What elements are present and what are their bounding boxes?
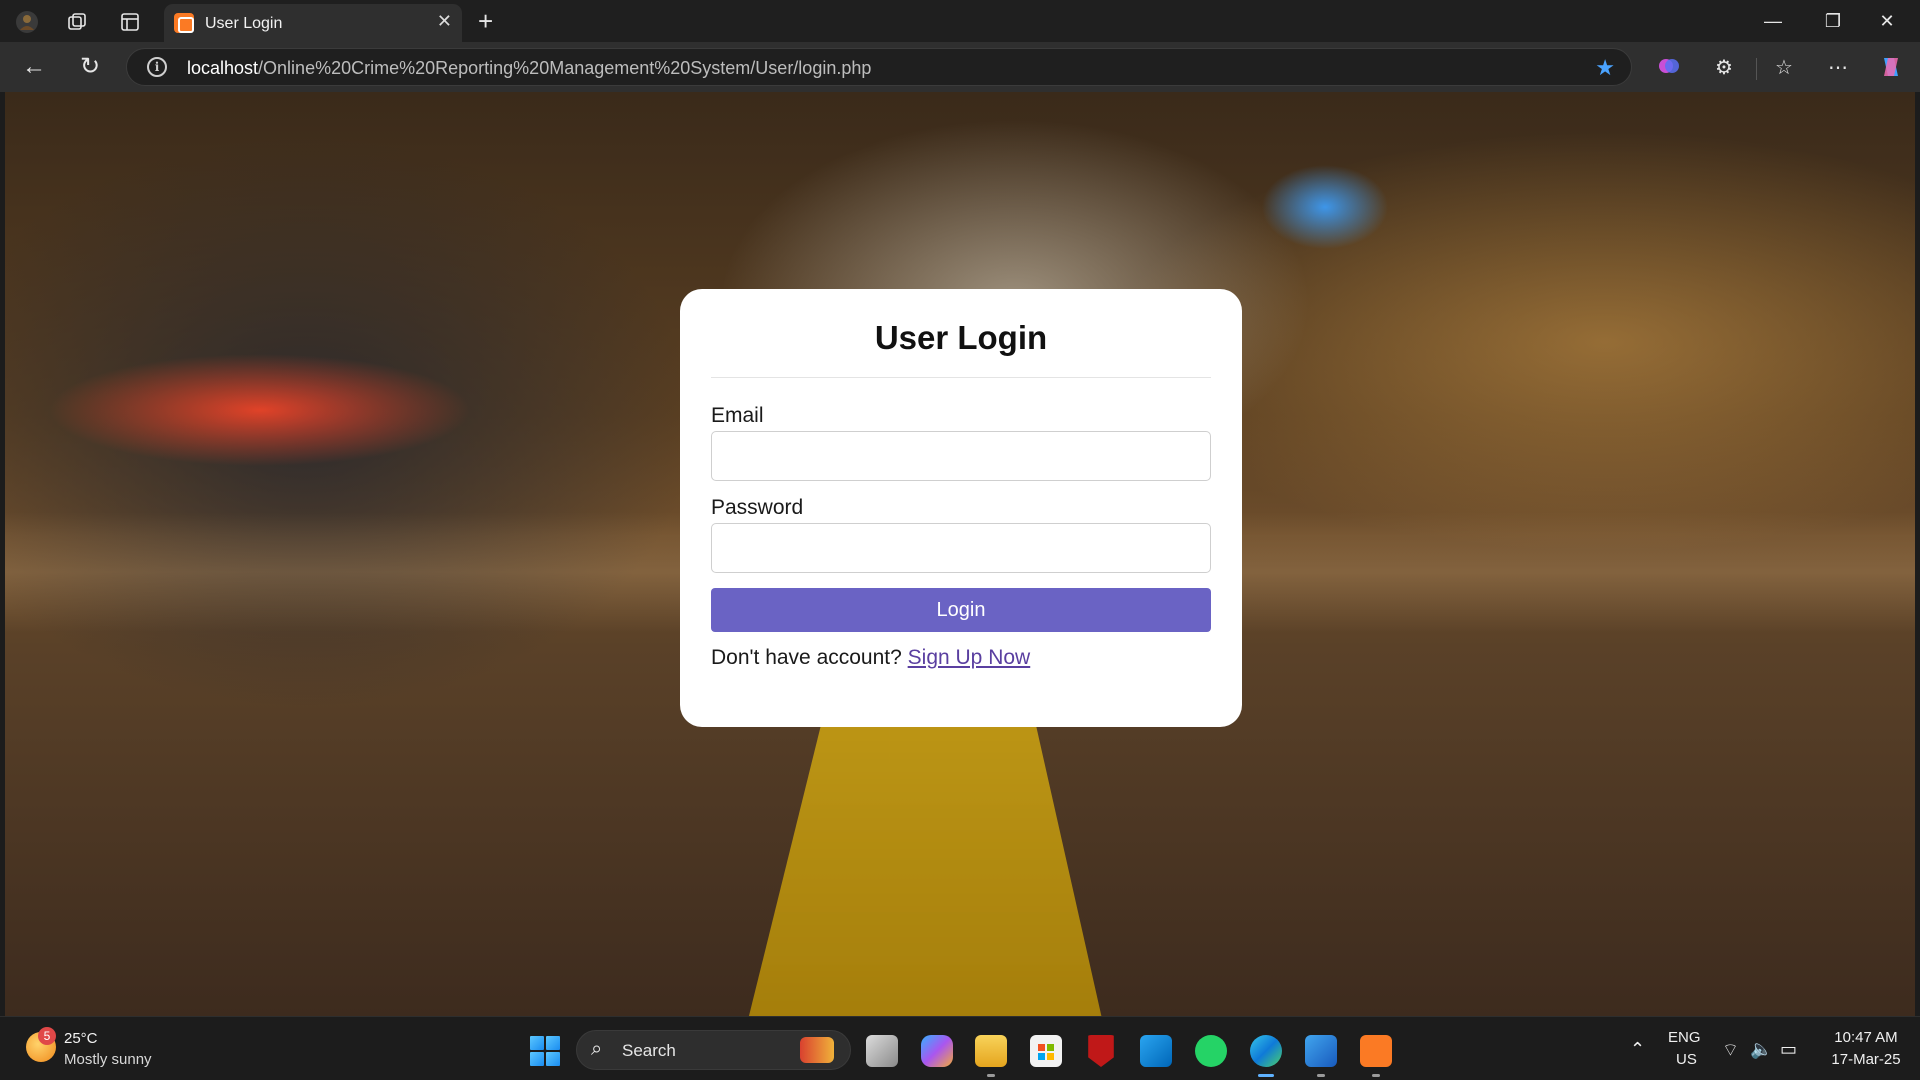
word-running-indicator xyxy=(1317,1074,1325,1077)
back-icon[interactable]: ← xyxy=(18,52,50,82)
copilot-sidebar-icon[interactable] xyxy=(1877,54,1905,82)
battery-icon[interactable]: ▭ xyxy=(1780,1039,1797,1060)
restore-icon[interactable]: ❐ xyxy=(1818,8,1848,34)
whatsapp-icon[interactable] xyxy=(1195,1035,1227,1067)
url-host: localhost xyxy=(187,58,259,78)
xampp-icon[interactable] xyxy=(1360,1035,1392,1067)
url-path: /Online%20Crime%20Reporting%20Management… xyxy=(258,58,872,78)
vertical-tabs-icon[interactable] xyxy=(117,9,143,35)
search-label: Search xyxy=(622,1041,676,1060)
xampp-favicon-icon xyxy=(174,13,194,33)
language-indicator-bottom[interactable]: US xyxy=(1676,1051,1697,1068)
favorites-icon[interactable]: ☆ xyxy=(1770,54,1798,82)
microsoft-store-icon[interactable] xyxy=(1030,1035,1062,1067)
xampp-running-indicator xyxy=(1372,1074,1380,1077)
browser-toolbar: ← ↻ i localhost/Online%20Crime%20Reporti… xyxy=(0,42,1920,92)
close-tab-icon[interactable]: ✕ xyxy=(437,11,452,32)
page-title: User Login xyxy=(874,319,1048,356)
language-indicator-top[interactable]: ENG xyxy=(1668,1029,1701,1046)
bookmark-star-icon[interactable]: ★ xyxy=(1595,55,1615,81)
signup-link[interactable]: Sign Up Now xyxy=(908,646,1031,669)
file-explorer-icon[interactable] xyxy=(975,1035,1007,1067)
active-tab[interactable]: User Login ✕ xyxy=(164,4,462,42)
toolbar-divider xyxy=(1756,58,1757,80)
clock-time[interactable]: 10:47 AM xyxy=(1830,1029,1902,1046)
start-button-icon[interactable] xyxy=(530,1036,560,1066)
signup-prompt-line: Don't have account? Sign Up Now xyxy=(711,646,1030,670)
edge-active-indicator xyxy=(1258,1074,1274,1077)
password-field[interactable] xyxy=(711,523,1211,573)
weather-description: Mostly sunny xyxy=(64,1051,152,1068)
weather-badge: 5 xyxy=(38,1027,56,1045)
show-hidden-icons-chevron-icon[interactable]: ⌃ xyxy=(1630,1039,1645,1060)
mcafee-icon[interactable] xyxy=(1088,1035,1114,1067)
profile-avatar-icon[interactable] xyxy=(14,9,40,35)
address-bar[interactable]: i localhost/Online%20Crime%20Reporting%2… xyxy=(126,48,1632,86)
close-window-icon[interactable]: ✕ xyxy=(1872,8,1902,34)
weather-temperature: 25°C xyxy=(64,1030,98,1047)
more-options-icon[interactable]: ⋯ xyxy=(1824,54,1852,82)
clock-date[interactable]: 17-Mar-25 xyxy=(1830,1051,1902,1068)
taskbar-search[interactable]: ⌕ Search xyxy=(576,1030,851,1070)
site-info-icon[interactable]: i xyxy=(147,57,167,77)
edge-icon[interactable] xyxy=(1250,1035,1282,1067)
vscode-icon[interactable] xyxy=(1140,1035,1172,1067)
signup-prompt-text: Don't have account? xyxy=(711,646,902,669)
extensions-icon[interactable]: ⚙ xyxy=(1710,54,1738,82)
volume-muted-icon[interactable]: 🔈 xyxy=(1750,1039,1772,1060)
file-explorer-running-indicator xyxy=(987,1074,995,1077)
search-highlight-icon xyxy=(800,1037,834,1063)
search-icon: ⌕ xyxy=(591,1038,603,1060)
new-tab-button[interactable]: + xyxy=(478,6,493,37)
tab-title: User Login xyxy=(205,15,283,32)
browser-tab-bar: User Login ✕ + — ❐ ✕ xyxy=(0,0,1920,42)
road-yellow-line xyxy=(745,712,1105,1016)
email-label: Email xyxy=(711,404,764,427)
title-divider xyxy=(711,377,1211,378)
refresh-icon[interactable]: ↻ xyxy=(74,52,106,82)
browser-essentials-icon[interactable] xyxy=(1655,54,1683,82)
email-field[interactable] xyxy=(711,431,1211,481)
task-view-icon[interactable] xyxy=(866,1035,898,1067)
minimize-icon[interactable]: — xyxy=(1758,8,1788,34)
wifi-icon[interactable]: ⌔ xyxy=(1722,1039,1739,1062)
password-label: Password xyxy=(711,496,804,519)
login-button[interactable]: Login xyxy=(711,588,1211,632)
word-icon[interactable] xyxy=(1305,1035,1337,1067)
url-text[interactable]: localhost/Online%20Crime%20Reporting%20M… xyxy=(187,58,871,79)
background-street-image: User Login Email Password Login Don't ha… xyxy=(5,92,1915,1016)
login-card: User Login Email Password Login Don't ha… xyxy=(680,289,1242,727)
copilot-icon[interactable] xyxy=(921,1035,953,1067)
windows-taskbar: 5 25°C Mostly sunny ⌕ Search ⌃ ENG US ⌔ … xyxy=(0,1016,1920,1080)
workspaces-icon[interactable] xyxy=(64,9,90,35)
